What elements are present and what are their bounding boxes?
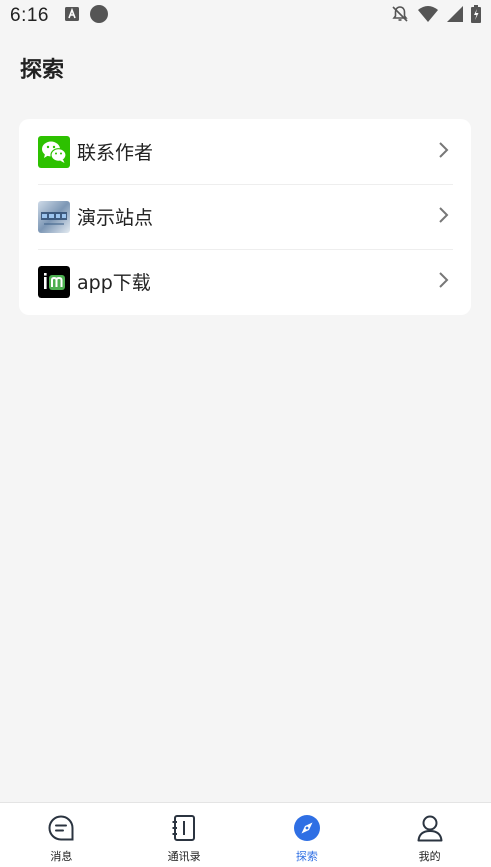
tab-profile[interactable]: 我的 [368, 803, 491, 867]
user-icon [415, 813, 445, 843]
chevron-right-icon [437, 270, 451, 294]
tab-label: 消息 [50, 850, 73, 863]
app-logo-icon [38, 265, 70, 298]
menu-item-label: 演示站点 [77, 207, 154, 229]
tab-label: 我的 [418, 850, 441, 863]
page-title: 探索 [20, 58, 65, 83]
site-thumbnail-icon [38, 200, 70, 233]
signal-icon [447, 5, 463, 27]
menu-item-label: 联系作者 [77, 142, 154, 164]
bell-off-icon [391, 5, 409, 28]
explore-menu-card: 联系作者 演示站点 app下载 [19, 119, 471, 315]
menu-item-demo-site[interactable]: 演示站点 [19, 184, 471, 249]
chat-icon [46, 813, 76, 843]
wechat-icon [38, 135, 70, 168]
bottom-tab-bar: 消息 通讯录 探索 我的 [0, 802, 491, 867]
wifi-icon [417, 5, 439, 28]
status-bar: 6:16 [0, 0, 491, 32]
circle-icon [89, 4, 109, 29]
tab-contacts[interactable]: 通讯录 [123, 803, 246, 867]
status-time: 6:16 [10, 5, 49, 26]
menu-item-label: app下载 [77, 272, 151, 294]
tab-label: 通讯录 [167, 850, 201, 863]
tab-label: 探索 [295, 850, 318, 863]
menu-item-contact-author[interactable]: 联系作者 [19, 119, 471, 184]
compass-icon [292, 813, 322, 843]
tab-messages[interactable]: 消息 [0, 803, 123, 867]
contacts-book-icon [169, 813, 199, 843]
chevron-right-icon [437, 205, 451, 229]
font-a-icon [64, 6, 79, 26]
battery-charging-icon [471, 4, 481, 28]
menu-item-app-download[interactable]: app下载 [19, 249, 471, 314]
chevron-right-icon [437, 140, 451, 164]
tab-explore[interactable]: 探索 [246, 803, 369, 867]
